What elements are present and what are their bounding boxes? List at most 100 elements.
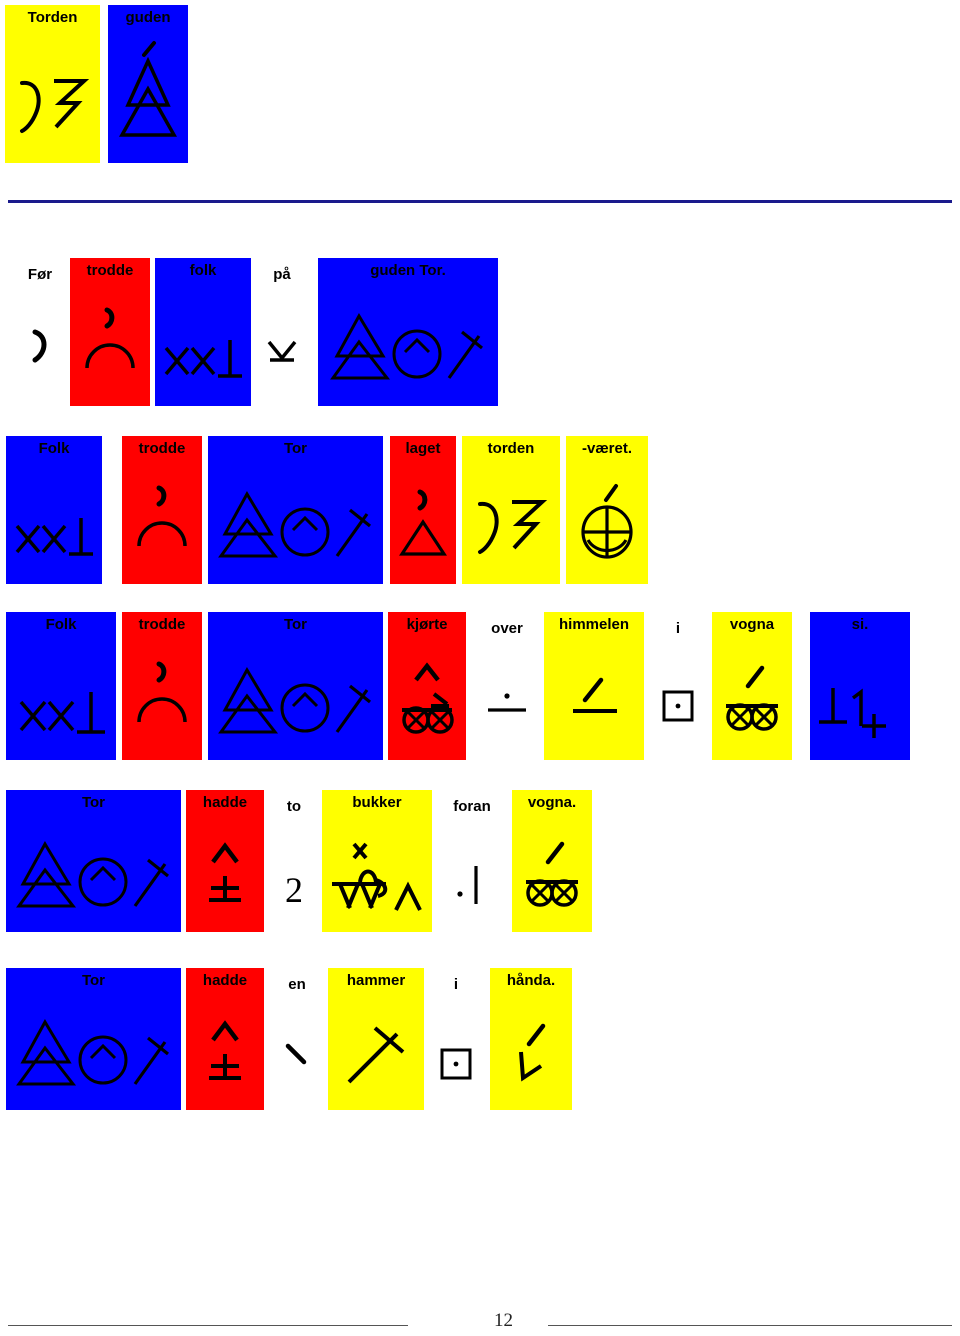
word-block-i-r5: i [432,972,480,1108]
bliss-symbol-people [6,512,102,560]
word-label: hånda. [506,972,556,989]
bliss-symbol-people [155,334,251,382]
bliss-symbol-wagon [712,662,792,734]
word-block-paa: på [258,262,306,394]
word-block-vogna-r3: vogna [712,612,792,760]
word-label: Folk [45,616,77,633]
word-label: foran [453,798,491,815]
word-block-torden: Torden [5,5,100,163]
word-label: trodde [86,262,134,279]
bliss-symbol-in [432,1046,480,1082]
word-block-hadde-r5: hadde [186,968,264,1110]
bliss-symbol-weather [566,482,648,560]
word-label: vogna [729,616,775,633]
word-label: hadde [202,972,248,989]
word-label: Torden [27,9,78,26]
word-label: Før [27,266,53,283]
bliss-symbol-make [390,488,456,558]
bliss-symbol-believe [122,484,202,554]
footer-rule-left [8,1325,408,1326]
bliss-symbol-thunder [5,69,100,139]
bliss-symbol-goats [322,836,432,914]
word-label: guden Tor. [370,262,446,279]
word-label: torden [487,440,535,457]
word-block-vogna-r4: vogna. [512,790,592,932]
word-label: Tor [283,440,308,457]
word-block-guden: guden [108,5,188,163]
word-block-folk-r2: Folk [6,436,102,584]
word-label: Tor [81,972,106,989]
word-label: i [453,976,459,993]
word-label: hammer [346,972,406,989]
word-label: Folk [38,440,70,457]
word-block-folk-r1: folk [155,258,251,406]
bliss-symbol-in [654,688,702,724]
bliss-symbol-wagon [512,838,592,910]
word-block-foer: Før [14,262,66,394]
svg-text:2: 2 [285,870,303,910]
bliss-symbol-believe [122,660,202,730]
word-block-hammer: hammer [328,968,424,1110]
word-label: guden [125,9,171,26]
word-label: i [675,620,681,637]
word-block-tor-r3: Tor [208,612,383,760]
word-block-himmelen: himmelen [544,612,644,760]
word-block-hadde-r4: hadde [186,790,264,932]
word-label: himmelen [558,616,630,633]
bliss-symbol-in-front-of [440,860,504,908]
word-block-guden-tor-r1: guden Tor. [318,258,498,406]
bliss-symbol-people [6,686,116,738]
word-label: hadde [202,794,248,811]
word-block-over: over [476,616,538,756]
word-block-tor-r2: Tor [208,436,383,584]
bliss-symbol-god-thor [208,490,383,562]
word-block-torden-r2: torden [462,436,560,584]
word-block-laget: laget [390,436,456,584]
word-block-foran: foran [440,794,504,930]
word-label: bukker [352,794,402,811]
word-label: over [491,620,523,637]
word-label: si. [851,616,869,633]
word-block-en: en [272,972,322,1108]
word-label: to [286,798,302,815]
bliss-symbol-a-indefinite [272,1040,322,1068]
bliss-symbol-have [186,838,264,908]
word-block-tor-r5: Tor [6,968,181,1110]
bliss-symbol-god-thor [6,840,181,912]
bliss-symbol-thunder [462,490,560,560]
word-label: på [273,266,291,283]
bliss-symbol-god-person [108,41,188,143]
footer-rule-right [548,1325,952,1326]
word-block-vaeret: -været. [566,436,648,584]
word-label: -været. [581,440,633,457]
bliss-symbol-hammer [328,1020,424,1088]
page-number: 12 [494,1310,513,1331]
word-label: trodde [138,616,186,633]
bliss-symbol-drive [388,658,466,734]
word-block-to: to 2 [272,794,316,930]
word-block-i-r3: i [654,616,702,756]
bliss-symbol-on [258,338,306,364]
word-label: folk [189,262,217,279]
header-divider [8,200,952,203]
word-label: en [288,976,306,993]
word-block-folk-r3: Folk [6,612,116,760]
word-block-si: si. [810,612,910,760]
word-label: kjørte [406,616,448,633]
word-block-bukker: bukker [322,790,432,932]
word-block-trodde-r2: trodde [122,436,202,584]
word-label: vogna. [527,794,577,811]
word-block-trodde-r1: trodde [70,258,150,406]
bliss-symbol-god-thor [318,312,498,384]
document-page: Torden guden Før trodde folk på guden To… [0,0,960,1336]
bliss-symbol-god-thor [208,666,383,738]
word-label: laget [405,440,441,457]
bliss-symbol-his-own [810,678,910,740]
bliss-symbol-god-thor [6,1018,181,1090]
bliss-symbol-two: 2 [272,868,316,910]
word-block-haanda: hånda. [490,968,572,1110]
bliss-symbol-over [476,688,538,718]
word-block-tor-r4: Tor [6,790,181,932]
word-label: Tor [81,794,106,811]
word-block-trodde-r3: trodde [122,612,202,760]
